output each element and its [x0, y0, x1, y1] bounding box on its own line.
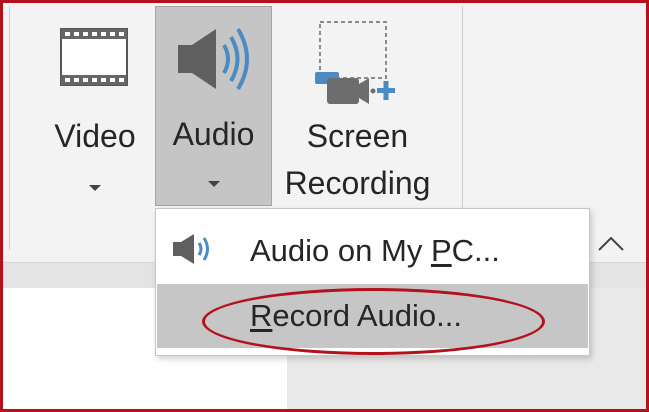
speaker-icon [176, 25, 252, 106]
audio-button-label: Audio [172, 116, 255, 152]
chevron-down-icon [89, 185, 101, 191]
video-button[interactable]: Video [40, 8, 150, 208]
video-button-label: Video [54, 118, 136, 154]
screen-recording-icon [315, 20, 395, 123]
screen-recording-button[interactable]: Screen Recording [275, 8, 440, 208]
highlight-annotation-ellipse [202, 288, 545, 355]
audio-button[interactable]: Audio [155, 6, 272, 206]
screen-recording-label-line2: Recording [284, 165, 431, 201]
group-separator [9, 6, 10, 250]
menu-item-label: Audio on My PC... [250, 233, 500, 268]
film-strip-icon [60, 28, 128, 99]
screen-recording-label-line1: Screen [306, 118, 409, 154]
speaker-icon [171, 231, 215, 275]
collapse-ribbon-icon[interactable] [596, 234, 626, 254]
chevron-down-icon [208, 181, 220, 187]
audio-on-my-pc-menu-item[interactable]: Audio on My PC... [157, 219, 588, 283]
